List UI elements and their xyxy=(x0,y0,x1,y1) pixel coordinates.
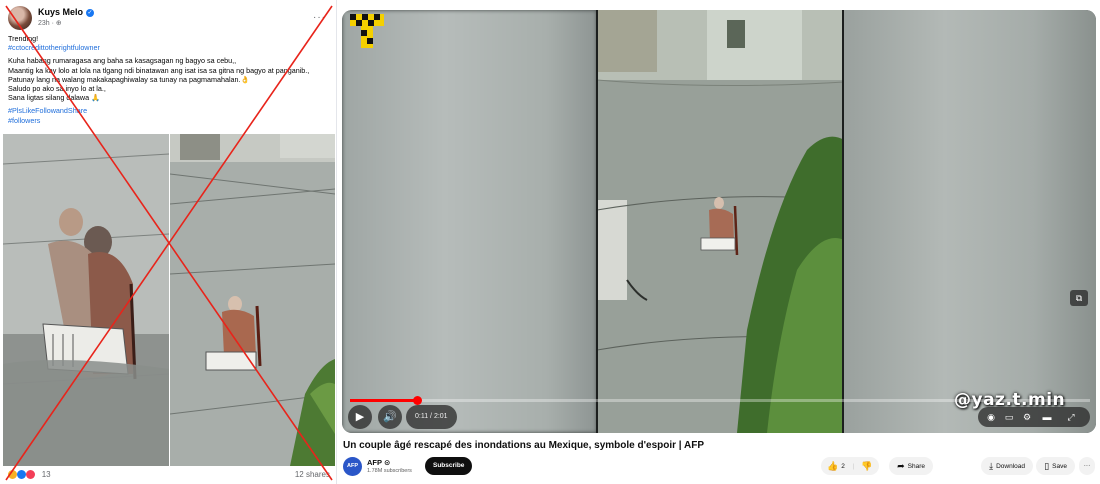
haha-icon xyxy=(8,470,17,480)
progress-bar[interactable] xyxy=(350,396,1090,405)
share-icon: ➦ xyxy=(897,461,905,471)
love-icon xyxy=(26,470,36,480)
channel-name[interactable]: AFP ⊙ xyxy=(367,458,390,467)
frame-divider xyxy=(596,10,598,433)
download-button[interactable]: ⤓ Download xyxy=(981,457,1033,475)
text-line: Kuha habang rumaragasa ang baha sa kasag… xyxy=(8,56,237,66)
download-icon: ⤓ xyxy=(989,461,994,471)
save-button[interactable]: ▯ Save xyxy=(1036,457,1075,475)
video-title: Un couple âgé rescapé des inondations au… xyxy=(343,440,705,451)
post-text: Trending! #cctocredittotherightfulowner … xyxy=(8,34,330,125)
photo-wide-drawing xyxy=(170,134,335,466)
post-footer: 13 12 shares xyxy=(8,470,330,482)
channel-avatar[interactable]: AFP xyxy=(343,457,362,476)
post-header: Kuys Melo ✓ 23h · ⊕ ··· xyxy=(8,6,330,32)
photo-elderly-couple-wide[interactable] xyxy=(170,134,335,466)
fullscreen-icon[interactable]: ⤢ xyxy=(1062,407,1080,427)
video-frame-drawing xyxy=(597,10,844,433)
text-line: Saludo po ako sa inyo lo at la., xyxy=(8,84,106,94)
verified-icon: ⊙ xyxy=(383,458,391,467)
time-display: 0:11 / 2:01 xyxy=(406,405,457,429)
thumbs-down-icon: 👎 xyxy=(861,461,873,471)
dislike-button[interactable]: 👎 xyxy=(861,461,875,471)
author-name[interactable]: Kuys Melo ✓ xyxy=(38,7,95,17)
reactions[interactable]: 13 xyxy=(8,470,51,480)
photo-closeup-drawing xyxy=(3,134,169,466)
facebook-post: Kuys Melo ✓ 23h · ⊕ ··· Trending! #cctocr… xyxy=(0,0,337,484)
text-line: Maantig ka kay lolo at lola na tlgang nd… xyxy=(8,65,310,75)
autoplay-toggle-icon[interactable]: ◉ xyxy=(982,407,1000,427)
player-controls-right: ◉ ▭ ⚙ ▬ ⤢ xyxy=(978,407,1090,427)
like-button[interactable]: 👍 2 xyxy=(827,461,845,471)
shares-count[interactable]: 12 shares xyxy=(295,470,330,479)
like-dislike-group: 👍 2 | 👎 xyxy=(821,457,879,475)
hashtag-link[interactable]: #cctocredittotherightfulowner xyxy=(8,43,330,52)
post-images[interactable] xyxy=(3,134,335,466)
text-line: Patunay lang na walang makakapaghiwalay … xyxy=(8,74,250,84)
video-frame xyxy=(597,10,844,433)
photo-elderly-couple-closeup[interactable] xyxy=(3,134,169,466)
more-options-button[interactable]: ··· xyxy=(313,12,326,23)
like-icon xyxy=(17,470,27,480)
theater-mode-icon[interactable]: ▬ xyxy=(1038,407,1056,427)
subtitles-icon[interactable]: ▭ xyxy=(1000,407,1018,427)
text-line: Sana ligtas silang dalawa 🙏 xyxy=(8,93,101,103)
video-blur-right xyxy=(844,10,1096,433)
more-actions-button[interactable]: ··· xyxy=(1079,457,1095,475)
bookmark-icon: ▯ xyxy=(1044,461,1050,471)
channel-logo-icon xyxy=(350,14,384,48)
channel-row: AFP AFP ⊙ 1.78M subscribers Subscribe 👍 2… xyxy=(343,456,1095,478)
volume-icon[interactable]: 🔊 xyxy=(378,405,402,429)
video-blur-left xyxy=(342,10,597,433)
thumbs-up-icon: 👍 xyxy=(827,461,839,471)
share-button[interactable]: ➦ Share xyxy=(889,457,933,475)
miniplayer-button[interactable]: ⧉ xyxy=(1070,290,1088,306)
settings-gear-icon[interactable]: ⚙ xyxy=(1018,407,1036,427)
play-button[interactable]: ▶ xyxy=(348,405,372,429)
video-player[interactable]: ⧉ @yaz.t.min ▶ 🔊 0:11 / 2:01 ◉ ▭ ⚙ ▬ ⤢ xyxy=(342,10,1096,433)
subscriber-count: 1.78M subscribers xyxy=(367,468,412,474)
hashtag-link[interactable]: #followers xyxy=(8,116,330,125)
progress-played xyxy=(350,399,418,402)
text-line: Trending! xyxy=(8,34,39,43)
youtube-watch-panel: ⧉ @yaz.t.min ▶ 🔊 0:11 / 2:01 ◉ ▭ ⚙ ▬ ⤢ U… xyxy=(342,10,1096,484)
frame-divider xyxy=(842,10,844,433)
globe-icon: ⊕ xyxy=(55,20,62,27)
post-time[interactable]: 23h · ⊕ xyxy=(38,19,62,27)
author-avatar[interactable] xyxy=(8,6,32,30)
verified-icon: ✓ xyxy=(86,8,95,17)
subscribe-button[interactable]: Subscribe xyxy=(425,457,473,475)
reaction-count: 13 xyxy=(41,470,51,480)
hashtag-link[interactable]: #PlsLikeFollowandShare xyxy=(8,106,330,115)
